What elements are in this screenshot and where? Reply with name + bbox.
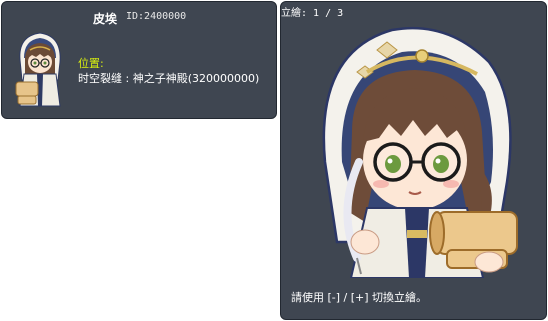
npc-info-panel: 皮埃 ID:2400000 位置: 时空裂缝 : 神之子神殿(320000000… xyxy=(1,1,277,119)
npc-portrait-image xyxy=(322,26,518,278)
location-value: 时空裂缝 : 神之子神殿(320000000) xyxy=(78,72,260,85)
npc-name: 皮埃 xyxy=(93,12,118,26)
portrait-switch-hint: 請使用 [-] / [+] 切換立繪。 xyxy=(291,291,428,304)
npc-avatar-thumbnail xyxy=(15,32,61,107)
portrait-panel: 立繪: 1 / 3 請使用 [-] / [+] 切換立繪。 xyxy=(280,1,547,320)
location-label: 位置: xyxy=(78,57,104,70)
npc-id: ID:2400000 xyxy=(126,11,187,22)
